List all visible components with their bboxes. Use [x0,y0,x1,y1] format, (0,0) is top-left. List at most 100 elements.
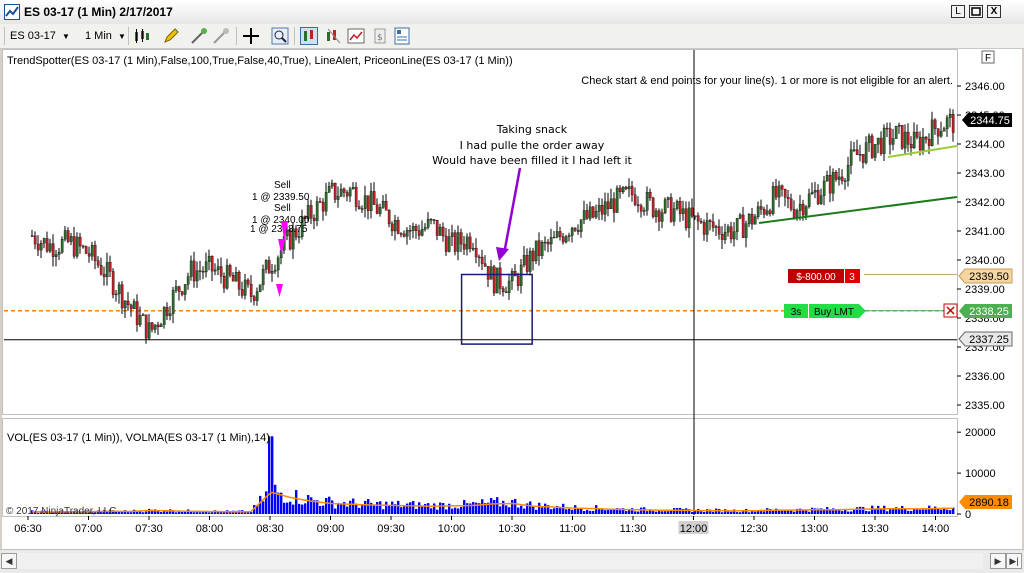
indicators-icon[interactable] [347,27,365,45]
candle-down [459,232,463,245]
volume-bar [880,509,883,514]
volume-bar [499,506,502,514]
candle-up [666,197,670,200]
candle-down [237,271,241,290]
candle-down [741,214,745,238]
rubber-eraser-icon[interactable] [212,27,230,45]
candle-up [234,271,238,282]
candle-down [492,266,496,294]
candle-up [738,214,742,219]
candle-down [885,127,889,130]
candle-down [618,187,622,193]
candle-down [267,260,271,274]
candle-down [840,176,844,182]
candle-up [831,172,835,194]
candle-down [879,137,883,154]
candle-up [393,220,397,232]
volume-bar [397,500,400,514]
volume-bar [604,510,607,514]
cancel-order-button[interactable] [943,303,958,318]
candle-up [615,187,619,213]
buy-limit-order-tag[interactable]: 3s Buy LMT [784,304,866,318]
interval-selector[interactable]: 1 Min ▼ [85,28,126,44]
candle-down [537,240,541,256]
candle-down [780,185,784,190]
candle-down [834,172,838,180]
candle-down [699,221,703,223]
draw-tool-icon[interactable] [190,27,208,45]
bar-style-icon[interactable] [133,27,151,45]
candle-up [876,137,880,145]
candle-up [540,242,544,256]
time-axis: 06:30 07:00 07:30 08:00 08:30 09:00 09:30 10:00… [14,516,949,535]
candle-down [684,208,688,229]
price-tick-label: 2342.00 [965,197,1005,209]
annotation-line-3: Would have been filled it I had left it [432,154,632,167]
horizontal-scrollbar[interactable]: ◀ ▶ ▶| [0,549,1024,573]
volume-bar [910,510,913,514]
restore-button[interactable] [969,5,983,18]
candle-down [342,188,346,193]
candle-up [945,117,949,129]
volume-bar [691,512,694,514]
candle-up [348,188,352,197]
scroll-end-button[interactable]: ▶| [1006,553,1022,569]
candle-up [276,257,280,271]
volume-bar [514,498,517,514]
candle-down [252,296,256,301]
candle-down [135,301,139,325]
candle-up [258,284,262,292]
f-button[interactable]: F [981,50,995,64]
candle-up [930,119,934,146]
volume-bar [535,509,538,514]
volume-bar [223,512,226,514]
candle-up [753,216,757,225]
volume-bar [553,508,556,514]
chart-panel[interactable]: 2346.002345.002344.002343.002342.002341.… [2,49,1022,549]
time-tick-label: 12:00 [680,523,708,535]
scroll-left-button[interactable]: ◀ [1,553,17,569]
price-tick-label: 2344.00 [965,139,1005,151]
candle-down [639,205,643,212]
candle-down [102,274,106,278]
candle-up [264,260,268,270]
candle-down [99,265,103,275]
annotation-text-block[interactable]: Taking snack I had pulle the order away … [420,119,642,169]
volume-bar [319,505,322,514]
data-box-icon[interactable] [324,27,342,45]
close-button[interactable]: X [987,5,1001,18]
time-tick-label: 13:00 [801,523,829,535]
stop-price: 2339.50 [969,271,1009,283]
candle-down [768,210,772,214]
candle-down [312,218,316,221]
candle-down [408,230,412,232]
instrument-selector[interactable]: ES 03-17 ▼ [10,28,70,44]
zoom-icon[interactable] [271,27,289,45]
volume-bar [934,506,937,514]
candle-down [480,256,484,264]
volume-bar [913,509,916,514]
time-tick-label: 07:00 [75,523,103,535]
price-chart[interactable]: 2346.002345.002344.002343.002342.002341.… [2,49,1022,549]
volume-tick-label: 0 [965,509,971,521]
scroll-thumb[interactable] [17,553,983,569]
volume-bar [175,512,178,514]
position-pnl-tag[interactable]: $-800.00 3 [788,269,860,283]
candle-down [84,246,88,254]
candle-up [189,260,193,277]
minimize-button[interactable]: L [951,5,965,18]
chart-trader-icon[interactable] [300,27,318,45]
crosshair-icon[interactable] [242,27,260,45]
candle-down [219,266,223,277]
volume-bar [571,509,574,514]
candle-down [888,128,892,145]
candle-down [762,209,766,215]
volume-bar [664,511,667,514]
candle-up [714,226,718,228]
drawing-pencil-icon[interactable] [162,27,180,45]
strategies-icon[interactable]: $ [371,27,389,45]
scroll-right-button[interactable]: ▶ [990,553,1006,569]
price-panel-frame [2,49,958,415]
volume-bar [292,504,295,514]
properties-icon[interactable] [393,27,411,45]
